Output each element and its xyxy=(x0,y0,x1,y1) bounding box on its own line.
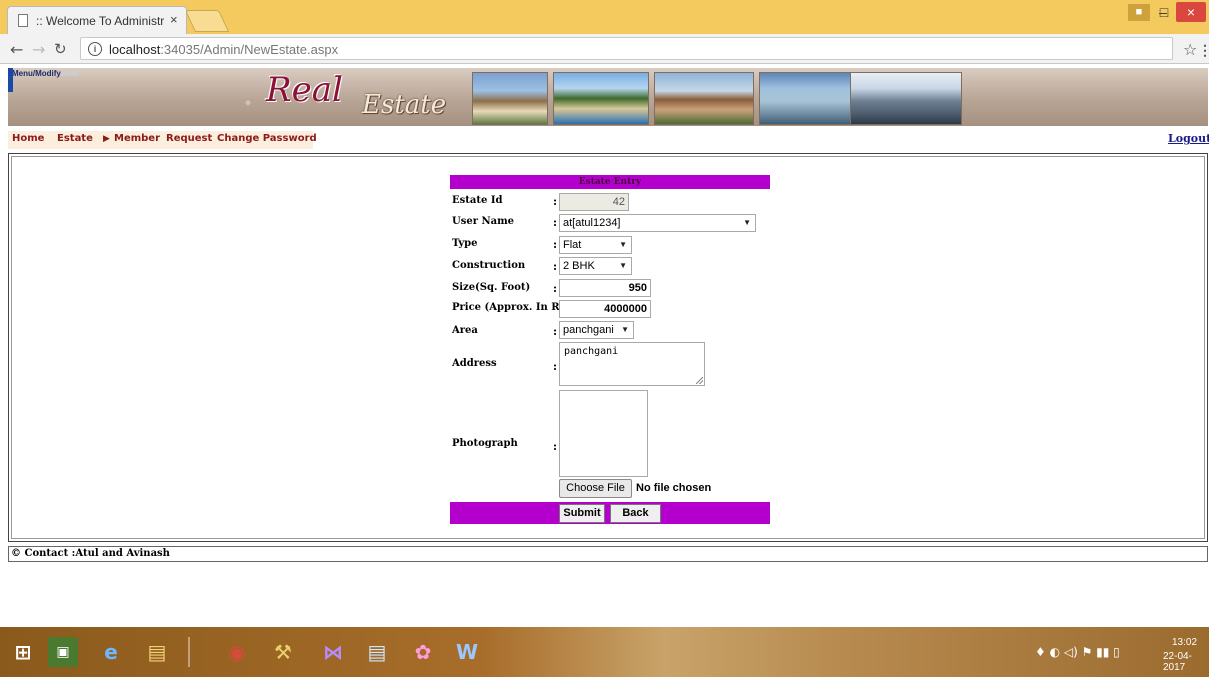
windows-start-icon[interactable]: ⊞ xyxy=(8,637,38,667)
banner-photo-2 xyxy=(553,72,649,125)
star-icon[interactable]: ☆ xyxy=(1183,40,1197,59)
windows-taskbar: ⊞ ▣ e ▤ ◉ ⚒ ⋈ ▤ ✿ W ♦ ◐ ◁) ⚑ ▮▮ ▯ 13:02 … xyxy=(0,627,1209,677)
clock-date[interactable]: 22-04-2017 xyxy=(1163,651,1209,673)
tab-close-icon[interactable]: × xyxy=(170,12,178,27)
logout-link[interactable]: Logout xyxy=(1168,132,1209,145)
word-icon[interactable]: W xyxy=(452,637,482,667)
tool-icon[interactable]: ⚒ xyxy=(268,637,298,667)
menu-item-estate[interactable]: Estate xyxy=(57,133,93,144)
banner-photo-5 xyxy=(850,72,962,125)
site-logo: Real Estate xyxy=(266,70,476,124)
banner-link-faded: word xyxy=(60,69,79,78)
banner-photo-1 xyxy=(472,72,548,125)
forward-icon[interactable]: → xyxy=(32,40,45,59)
user-name-value: at[atul1234] xyxy=(563,217,621,229)
monitor-icon[interactable]: ▤ xyxy=(362,637,392,667)
chevron-down-icon: ▼ xyxy=(743,218,751,227)
file-status: No file chosen xyxy=(636,482,712,494)
paint-icon[interactable]: ✿ xyxy=(408,637,438,667)
banner-photo-4 xyxy=(759,72,851,125)
maximize-icon[interactable]: □ xyxy=(1153,2,1175,22)
colon: : xyxy=(553,195,558,208)
system-tray-icons[interactable]: ♦ ◐ ◁) ⚑ ▮▮ ▯ xyxy=(1035,645,1120,659)
colon: : xyxy=(553,440,558,453)
url-host: localhost xyxy=(109,42,161,57)
main-menu: Home Estate ▶ Member Request Change Pass… xyxy=(8,131,1209,149)
internet-explorer-icon[interactable]: e xyxy=(96,637,126,667)
estate-id-label: Estate Id xyxy=(452,195,503,206)
address-label: Address xyxy=(452,358,497,369)
page-footer: © Contact :Atul and Avinash xyxy=(8,546,1208,562)
type-label: Type xyxy=(452,238,478,249)
colon: : xyxy=(553,216,558,229)
chrome-icon[interactable]: ◉ xyxy=(222,637,252,667)
user-name-label: User Name xyxy=(452,216,515,227)
browser-toolbar: ← → ↻ i localhost:34035/Admin/NewEstate.… xyxy=(0,34,1209,64)
banner-small-link[interactable]: Menu/Modifyword xyxy=(12,69,78,78)
address-textarea[interactable]: panchgani xyxy=(559,342,705,386)
area-value: panchgani xyxy=(563,324,614,336)
site-banner: Menu/Modifyword Real Estate xyxy=(8,68,1208,126)
doc-icon xyxy=(18,14,28,27)
area-label: Area xyxy=(452,325,478,336)
banner-photo-3 xyxy=(654,72,754,125)
logo-word-estate: Estate xyxy=(362,90,447,120)
type-select[interactable]: Flat ▼ xyxy=(559,236,632,254)
estate-id-field: 42 xyxy=(559,193,629,211)
file-explorer-icon[interactable]: ▤ xyxy=(142,637,172,667)
submit-button[interactable]: Submit xyxy=(559,504,605,523)
address-value: panchgani xyxy=(564,346,619,357)
browser-tab[interactable]: :: Welcome To Administr × xyxy=(7,6,187,34)
store-icon[interactable]: ▣ xyxy=(48,637,78,667)
photograph-preview xyxy=(559,390,648,477)
tab-title: :: Welcome To Administr xyxy=(36,14,165,28)
form-header: Estate Entry xyxy=(450,175,770,189)
menu-icon[interactable]: ⋮ xyxy=(1198,42,1209,59)
back-icon[interactable]: ← xyxy=(10,40,23,59)
construction-label: Construction xyxy=(452,260,526,271)
size-label: Size(Sq. Foot) xyxy=(452,282,531,293)
banner-marker xyxy=(8,68,13,92)
chevron-down-icon: ▼ xyxy=(619,240,627,249)
reload-icon[interactable]: ↻ xyxy=(54,40,67,58)
colon: : xyxy=(553,282,558,295)
new-tab-button[interactable] xyxy=(184,10,230,32)
chevron-down-icon: ▼ xyxy=(621,325,629,334)
construction-value: 2 BHK xyxy=(563,260,595,272)
construction-select[interactable]: 2 BHK ▼ xyxy=(559,257,632,275)
menu-item-request[interactable]: Request xyxy=(166,133,212,144)
menu-item-home[interactable]: Home xyxy=(12,133,44,144)
logo-word-real: Real xyxy=(266,70,343,110)
address-bar[interactable]: i localhost:34035/Admin/NewEstate.aspx xyxy=(80,37,1173,60)
close-icon[interactable]: × xyxy=(1176,2,1206,22)
back-button[interactable]: Back xyxy=(610,504,661,523)
chevron-down-icon: ▼ xyxy=(619,261,627,270)
colon: : xyxy=(553,360,558,373)
taskbar-divider xyxy=(188,637,190,667)
photograph-label: Photograph xyxy=(452,438,518,449)
size-field[interactable]: 950 xyxy=(559,279,651,297)
choose-file-button[interactable]: Choose File xyxy=(559,479,632,498)
url-path: :34035/Admin/NewEstate.aspx xyxy=(160,42,339,57)
menu-item-member[interactable]: Member xyxy=(114,133,160,144)
visual-studio-icon[interactable]: ⋈ xyxy=(318,637,348,667)
browser-titlebar: :: Welcome To Administr × ■ – □ × xyxy=(0,0,1209,34)
url-text: localhost:34035/Admin/NewEstate.aspx xyxy=(109,42,338,57)
clock-time[interactable]: 13:02 xyxy=(1172,637,1197,648)
colon: : xyxy=(553,260,558,273)
info-icon[interactable]: i xyxy=(88,42,102,56)
user-name-select[interactable]: at[atul1234] ▼ xyxy=(559,214,756,232)
submenu-arrow-icon: ▶ xyxy=(103,134,110,144)
menu-item-change-password[interactable]: Change Password xyxy=(217,133,317,144)
colon: : xyxy=(553,325,558,338)
user-icon[interactable]: ■ xyxy=(1128,4,1150,21)
colon: : xyxy=(553,238,558,251)
price-field[interactable]: 4000000 xyxy=(559,300,651,318)
area-select[interactable]: panchgani ▼ xyxy=(559,321,634,339)
resize-grip-icon[interactable] xyxy=(696,377,703,384)
banner-link-main: Menu/Modify xyxy=(12,69,61,78)
type-value: Flat xyxy=(563,239,582,251)
